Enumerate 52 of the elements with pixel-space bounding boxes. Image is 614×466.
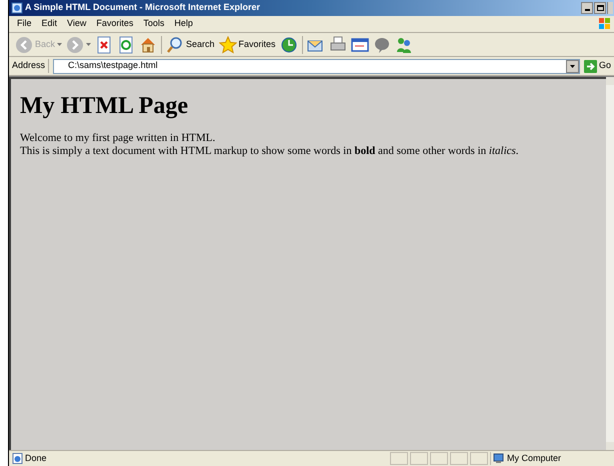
windows-logo-icon bbox=[598, 17, 612, 31]
page-x-icon bbox=[95, 36, 114, 54]
page-heading: My HTML Page bbox=[20, 92, 189, 121]
printer-icon bbox=[328, 36, 347, 54]
menu-item[interactable]: Favorites bbox=[96, 17, 134, 31]
house-icon bbox=[139, 36, 158, 54]
minimize-button[interactable] bbox=[581, 2, 593, 14]
zone-text: My Computer bbox=[507, 452, 562, 465]
page-icon bbox=[12, 453, 23, 464]
status-text: Done bbox=[25, 452, 48, 465]
menu-item[interactable]: Help bbox=[174, 17, 193, 31]
status-pane bbox=[430, 452, 448, 465]
window-edit-icon bbox=[350, 36, 369, 54]
speech-bubble-icon bbox=[372, 36, 391, 54]
status-pane bbox=[410, 452, 428, 465]
menu-item[interactable]: View bbox=[67, 17, 86, 31]
dropdown-button[interactable] bbox=[566, 60, 579, 72]
paragraph-text: This is simply a text document with HTML markup to show some words in bold and some other words in italics. bbox=[20, 145, 520, 158]
status-pane bbox=[470, 452, 488, 465]
status-pane bbox=[390, 452, 408, 465]
stop-button[interactable] bbox=[95, 36, 114, 54]
menu-item[interactable]: File bbox=[17, 17, 32, 31]
favorites-button[interactable]: Favorites bbox=[218, 36, 276, 54]
refresh-icon bbox=[117, 36, 136, 54]
home-button[interactable] bbox=[139, 36, 158, 54]
print-button[interactable] bbox=[328, 36, 347, 54]
search-button[interactable]: Search bbox=[166, 36, 215, 54]
history-button[interactable] bbox=[280, 36, 298, 54]
refresh-button[interactable] bbox=[117, 36, 136, 54]
menu-item[interactable]: Edit bbox=[42, 17, 58, 31]
clock-icon bbox=[280, 36, 298, 54]
window-title: A Simple HTML Document - Microsoft Internet Explorer bbox=[25, 1, 260, 14]
go-button[interactable]: Go bbox=[584, 59, 614, 73]
paragraph-text: Welcome to my first page written in HTML. bbox=[20, 132, 216, 145]
browser-icon bbox=[11, 2, 23, 14]
search-icon bbox=[166, 36, 184, 54]
caret-icon bbox=[57, 43, 62, 46]
scrollbar[interactable] bbox=[606, 77, 614, 450]
computer-icon bbox=[493, 453, 504, 464]
messenger-button[interactable] bbox=[394, 36, 413, 54]
discuss-button[interactable] bbox=[372, 36, 391, 54]
address-field[interactable]: C:\sams\testpage.html bbox=[53, 58, 580, 74]
menu-item[interactable]: Tools bbox=[143, 17, 164, 31]
status-pane bbox=[450, 452, 468, 465]
arrow-icon bbox=[584, 60, 597, 72]
maximize-button[interactable] bbox=[594, 2, 606, 14]
caret-icon bbox=[86, 43, 92, 46]
address-label: Address bbox=[12, 59, 50, 73]
star-icon bbox=[218, 36, 237, 54]
people-icon bbox=[394, 36, 413, 54]
caret-icon bbox=[570, 64, 575, 68]
edit-button[interactable] bbox=[350, 36, 369, 54]
